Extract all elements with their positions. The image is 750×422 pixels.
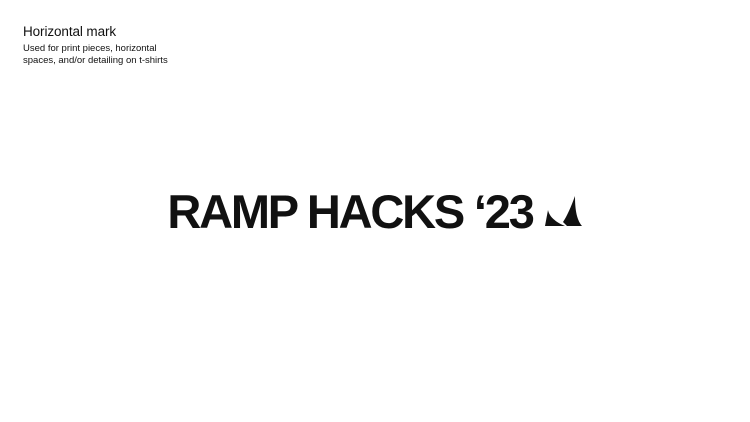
ramp-leaf-icon xyxy=(544,196,582,226)
caption: Horizontal mark Used for print pieces, h… xyxy=(23,23,243,66)
horizontal-mark: RAMP HACKS ‘23 xyxy=(0,183,750,239)
caption-title: Horizontal mark xyxy=(23,24,117,39)
wordmark-text: RAMP HACKS ‘23 xyxy=(167,184,535,238)
caption-description: Used for print pieces, horizontal spaces… xyxy=(23,43,168,66)
horizontal-mark-lockup: RAMP HACKS ‘23 xyxy=(167,188,582,235)
